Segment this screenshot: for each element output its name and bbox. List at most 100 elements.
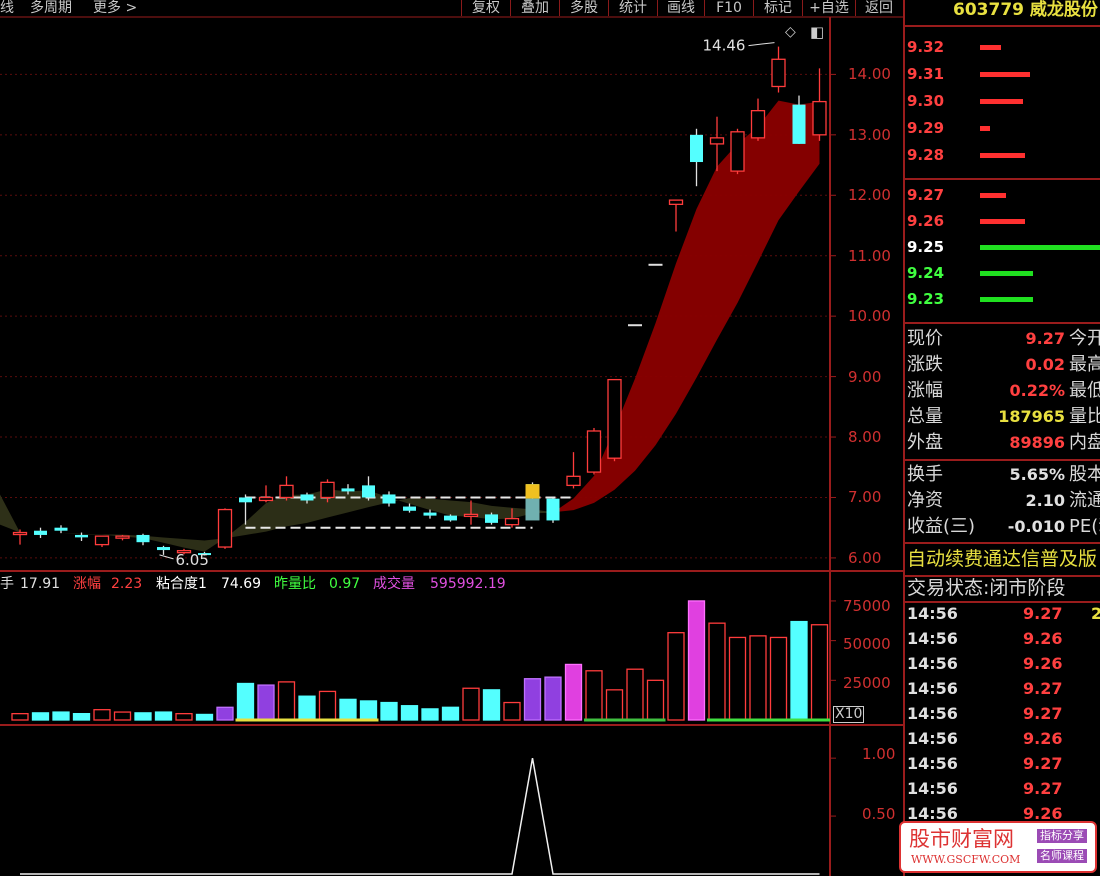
candle-body [115,535,130,539]
bid-row[interactable]: 9.26 [905,210,1100,232]
tick-time: 14:56 [907,679,958,698]
ask-row[interactable]: 9.28 [905,144,1100,166]
candle-body [504,517,520,526]
candle-body [279,484,294,499]
ask-row[interactable]: 9.32 [905,36,1100,58]
candle-body [668,199,684,205]
volume-bar [605,689,624,721]
order-volume-bar [980,271,1033,276]
price-tick: 8.00 [848,428,882,447]
quote-label: 最低 [1069,380,1100,401]
quote-value: 2.10 [1025,491,1065,510]
ask-row[interactable]: 9.30 [905,90,1100,112]
volume-bar [380,701,398,721]
order-volume-bar [980,153,1025,158]
candle-body [546,498,560,521]
candle-body [586,430,602,473]
candle-body [94,535,110,546]
quote-value: 5.65% [1009,465,1065,484]
volume-bar [810,624,829,721]
volume-bar [626,668,644,721]
candle-body [54,527,68,531]
volume-bar [216,706,234,721]
order-price: 9.32 [907,38,945,56]
volume-bar [646,679,665,721]
price-tick: 11.00 [848,246,891,265]
order-price: 9.31 [907,65,945,83]
candle-body [463,513,479,518]
order-price: 9.26 [907,212,945,230]
tick-time: 14:56 [907,704,958,723]
bid-row[interactable]: 9.27 [905,184,1100,206]
quote-value: 187965 [998,407,1065,426]
order-volume-bar [980,297,1033,302]
indicator-label: 昨量比 [274,576,316,592]
quote-value: -0.010 [1007,517,1065,536]
quote-label: 流通 [1069,490,1100,511]
watermark-tag: 指标分享 [1037,829,1087,843]
candle-body [566,475,581,487]
watermark-url: WWW.GSCFW.COM [911,853,1021,866]
candle-body [34,530,47,535]
high-annotation: 14.46 [703,37,746,55]
quote-label: 外盘 [907,432,943,453]
candle [546,498,560,523]
kline-chart[interactable]: 14.46 6.05 [0,0,903,876]
candle-body [341,488,355,492]
tick-price: 9.27 [1023,754,1063,773]
panel-toggle-icon[interactable]: ◧ [810,23,824,41]
volume-bar [359,700,378,721]
volume-bar [790,620,808,721]
volume-bar [277,681,296,721]
quote-value: 0.22% [1009,381,1065,400]
price-tick: 13.00 [848,125,891,144]
indicator-value: 595992.19 [430,576,506,592]
volume-bar [93,709,111,721]
volume-bar [257,684,275,721]
price-tick: 9.00 [848,367,882,386]
divider [905,25,1100,27]
volume-bar [31,712,50,721]
quote-label: 总量 [907,406,943,427]
divider [905,322,1100,324]
diamond-icon[interactable]: ◇ [785,24,796,40]
candle-body [444,515,457,521]
tick-price: 9.27 [1023,704,1063,723]
candle-body [258,496,274,502]
volume-bar [298,695,316,721]
order-volume-bar [980,193,1006,198]
candle-body [690,134,703,163]
volume-bar [544,676,562,721]
volume-bar [523,678,542,721]
quote-value: 89896 [1009,433,1065,452]
tick-time: 14:56 [907,779,958,798]
quote-label: 换手 [907,464,943,485]
candle-body [320,481,335,499]
price-tick: 7.00 [848,488,882,507]
bid-row[interactable]: 9.25 [905,236,1100,258]
volume-bar [318,690,337,721]
candle-body [382,494,396,504]
ask-row[interactable]: 9.29 [905,117,1100,139]
indicator-value: 17.91 [20,576,61,592]
indicator-label: 手 [0,576,14,592]
candle-body [771,58,786,88]
bid-row[interactable]: 9.24 [905,262,1100,284]
tick-price: 9.26 [1023,729,1063,748]
tick-time: 14:56 [907,654,958,673]
bid-row[interactable]: 9.23 [905,288,1100,310]
volume-bar [113,711,132,721]
stock-code-name[interactable]: 603779 威龙股份 [953,0,1098,20]
candle-body [812,100,827,136]
candle-body [217,508,233,548]
volume-tick: 75000 [843,597,891,615]
volume-bar [195,713,214,721]
volume-bar [11,713,29,721]
divider [905,601,1100,603]
order-price: 9.29 [907,119,945,137]
volume-tick: 50000 [843,635,891,653]
volume-bar [236,682,255,721]
ask-row[interactable]: 9.31 [905,63,1100,85]
ticker-banner: 自动续费通达信普及版 [907,548,1098,570]
trade-status: 交易状态:闭市阶段 [907,577,1066,599]
